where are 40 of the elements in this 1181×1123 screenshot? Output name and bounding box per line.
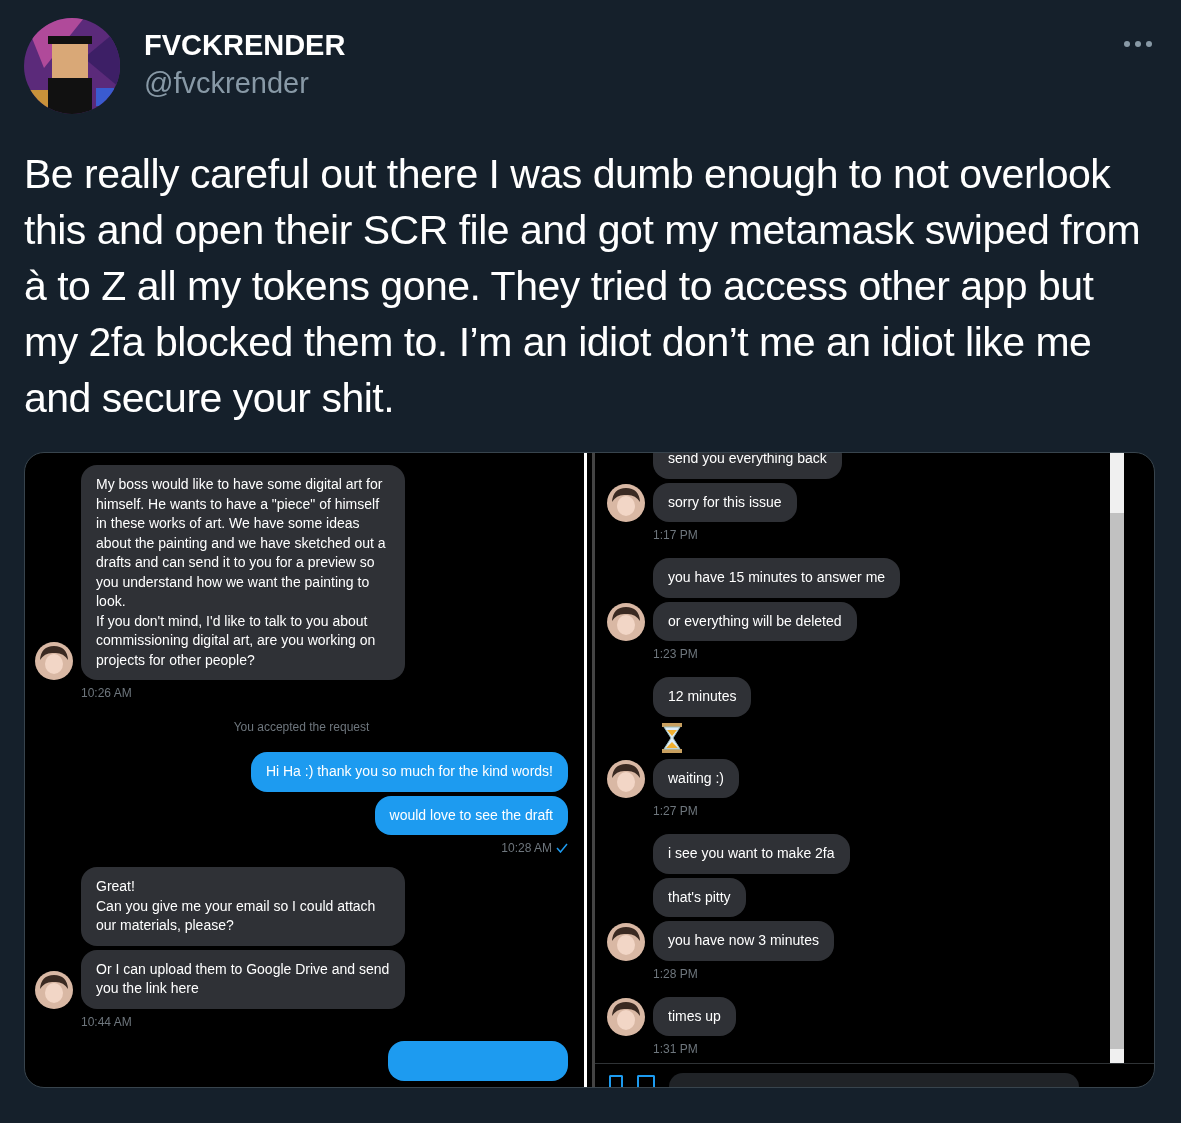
message-bubble: 12 minutes (653, 677, 752, 717)
gif-icon[interactable] (637, 1075, 655, 1087)
message-bubble: you have now 3 minutes (653, 921, 834, 961)
message-bubble: times up (653, 996, 736, 1036)
image-icon[interactable] (609, 1075, 623, 1087)
avatar (607, 922, 645, 961)
message-time: 1:17 PM (653, 527, 699, 544)
avatar (607, 603, 645, 641)
message-bubble: Great! Can you give me your email so I could attach our materials, please? (81, 867, 405, 946)
avatar (607, 998, 645, 1036)
message-time: 10:44 AM (81, 1013, 133, 1031)
avatar (35, 970, 73, 1009)
message-bubble: sorry for this issue (653, 482, 797, 522)
message-time: 10:28 AM (501, 840, 552, 857)
message-bubble: or everything will be deleted (653, 601, 857, 641)
avatar (607, 760, 645, 798)
message-bubble: you have 15 minutes to answer me (653, 558, 901, 598)
message-time: 1:28 PM (653, 965, 699, 983)
message-time: 1:23 PM (653, 646, 699, 663)
message-time: 10:26 AM (81, 685, 133, 702)
message-time: 1:27 PM (653, 803, 699, 820)
message-bubble: would love to see the draft (374, 795, 568, 835)
message-field[interactable] (669, 1073, 1079, 1087)
message-bubble: My boss would like to have some digital art for himself. He wants to have a "piece" of himself in these works of art. We have some ideas about the painting and we have sketched out a drafts and can send it to you for a preview so you understand how we want the painting to look. If you don't mind, I'd like to talk to you about commissioning digital art, are you working on projects for other people? (81, 465, 405, 680)
message-bubble: that's pitty (653, 877, 746, 917)
avatar (607, 484, 645, 522)
message-time: 1:31 PM (653, 1041, 699, 1058)
message-bubble: i see you want to make 2fa (653, 834, 850, 874)
author-name: FVCKRENDER (144, 28, 346, 63)
tweet-text: Be really careful out there I was dumb enough to not overlook this and open their SCR file and got my metamask swiped from à to Z all my tokens gone. They tried to access other app but my 2fa blocked them to. I’m an idiot don’t me an idiot like me and secure your shit. (24, 150, 1142, 423)
hourglass-icon (661, 722, 683, 753)
avatar (35, 642, 73, 680)
scrollbar[interactable] (1110, 453, 1124, 1063)
message-bubble: waiting :) (653, 758, 740, 798)
author-handle: @fvckrender (144, 66, 310, 101)
more-options-icon[interactable] (1123, 40, 1153, 48)
system-notice: You accepted the request (233, 719, 370, 736)
message-bubble: Hi Ha :) thank you so much for the kind words! (250, 752, 568, 792)
message-bubble: send you everything back (653, 453, 842, 479)
message-bubble: Or I can upload them to Google Drive and send you the link here (81, 949, 405, 1009)
